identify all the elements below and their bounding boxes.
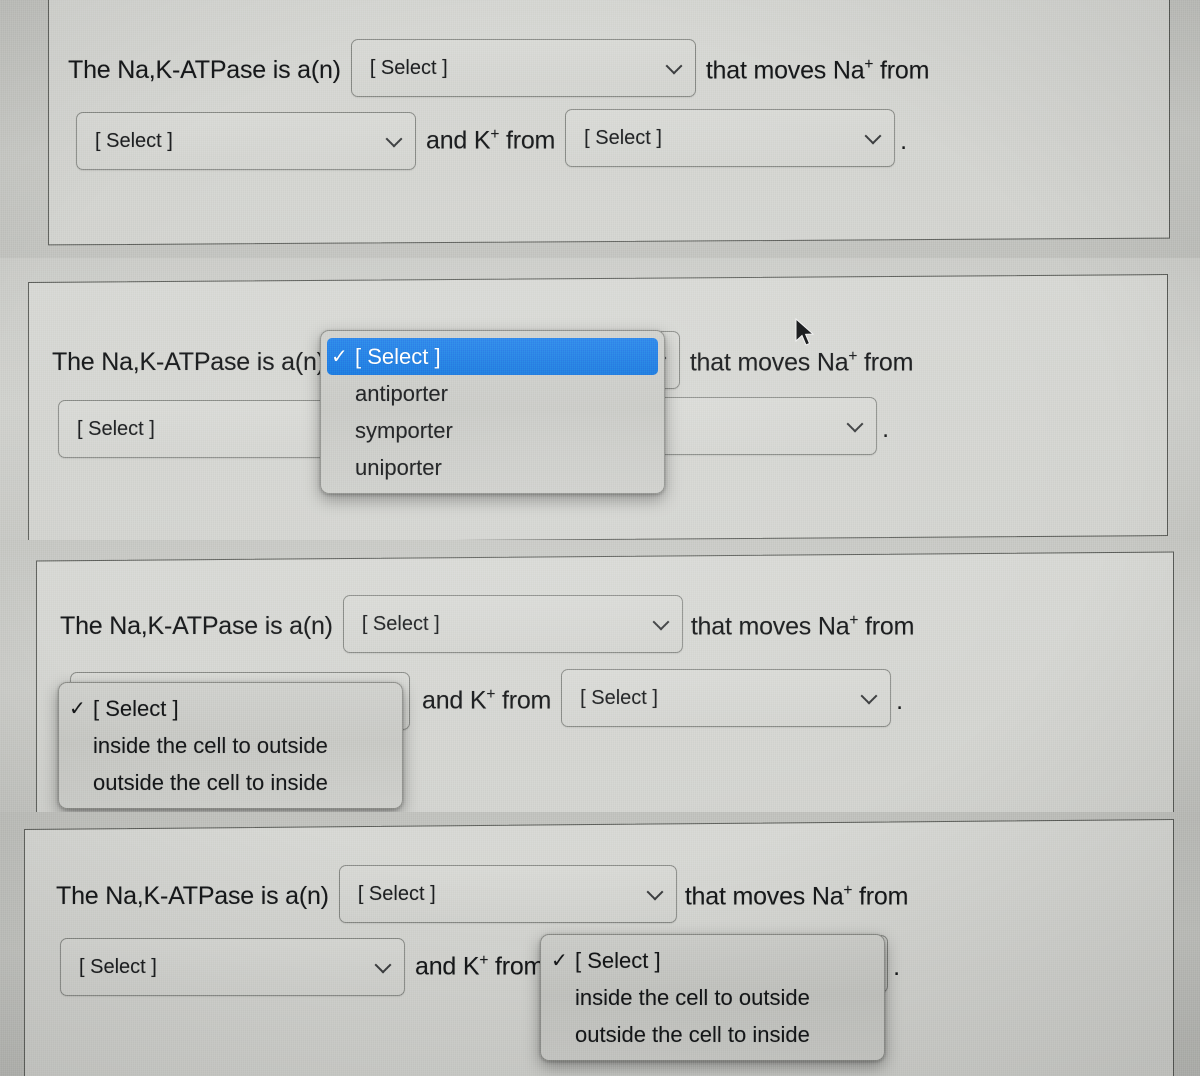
question-join-text: and K+ from (422, 686, 551, 715)
sentence-period: . (882, 414, 890, 443)
select-na-direction-value: [ Select ] (77, 417, 155, 440)
question-join-tail: from (499, 126, 556, 155)
na-superscript: + (848, 347, 858, 365)
dropdown-option-label: [ Select ] (575, 947, 661, 973)
select-k-direction[interactable]: [ Select ] (565, 109, 896, 167)
select-transporter-type-value: [ Select ] (357, 882, 436, 905)
dropdown-option-label: antiporter (355, 380, 448, 406)
dropdown-option-select[interactable]: ✓ [ Select ] (541, 942, 884, 979)
chevron-down-icon (667, 59, 682, 74)
dropdown-option-select[interactable]: ✓ [ Select ] (59, 690, 402, 727)
question-lead-text: The Na,K-ATPase is a(n) (52, 348, 325, 376)
sentence-period: . (900, 126, 908, 155)
checkmark-icon: ✓ (331, 345, 348, 368)
select-k-direction-value: [ Select ] (580, 686, 658, 709)
dropdown-option-label: symporter (355, 417, 453, 443)
question-line-1: The Na,K-ATPase is a(n) [ Select ] that … (56, 865, 909, 923)
panel-transporter-dropdown-open: The Na,K-ATPase is a(n) [ Select ] that … (0, 258, 1200, 540)
question-mid-tail: from (858, 612, 915, 641)
dropdown-option-label: inside the cell to outside (93, 732, 328, 758)
question-mid-text: that moves Na+ from (705, 55, 930, 85)
select-transporter-type-value: [ Select ] (369, 56, 448, 79)
panel-na-direction-dropdown-open: The Na,K-ATPase is a(n) [ Select ] that … (0, 540, 1200, 812)
dropdown-option-label: uniporter (355, 454, 442, 480)
question-join-text: and K+ from (415, 952, 544, 981)
dropdown-option-outside-to-inside[interactable]: outside the cell to inside (541, 1016, 884, 1053)
panel-k-direction-dropdown-open: The Na,K-ATPase is a(n) [ Select ] that … (0, 812, 1200, 1076)
na-superscript: + (864, 55, 874, 73)
question-lead-text: The Na,K-ATPase is a(n) (60, 612, 333, 640)
sentence-period: . (893, 952, 901, 981)
question-mid-tail: from (852, 882, 909, 911)
select-transporter-type[interactable]: [ Select ] (338, 865, 677, 923)
question-join-label: and K (422, 686, 487, 715)
dropdown-na-direction[interactable]: ✓ [ Select ] inside the cell to outside … (58, 682, 403, 809)
question-line-1: The Na,K-ATPase is a(n) [ Select ] that … (68, 39, 930, 97)
select-na-direction[interactable]: [ Select ] (60, 938, 405, 996)
dropdown-option-symporter[interactable]: symporter (321, 412, 664, 449)
question-lead-text: The Na,K-ATPase is a(n) (56, 882, 329, 910)
dropdown-k-direction[interactable]: ✓ [ Select ] inside the cell to outside … (540, 934, 885, 1061)
question-join-tail: from (495, 686, 552, 715)
question-line-2: [ Select ] and K+ from [ Select ] . (76, 109, 908, 170)
k-superscript: + (490, 126, 500, 144)
dropdown-option-label: [ Select ] (355, 343, 441, 369)
question-mid-label: that moves Na (684, 882, 844, 911)
dropdown-option-outside-to-inside[interactable]: outside the cell to inside (59, 764, 402, 801)
question-mid-tail: from (857, 348, 914, 377)
question-mid-text: that moves Na+ from (684, 881, 909, 911)
question-join-tail: from (488, 952, 545, 981)
dropdown-option-label: outside the cell to inside (93, 769, 328, 795)
chevron-down-icon (848, 417, 863, 432)
question-join-text: and K+ from (426, 126, 555, 155)
mouse-cursor-icon (795, 318, 815, 346)
select-k-direction-value: [ Select ] (584, 126, 662, 149)
dropdown-option-label: inside the cell to outside (575, 984, 810, 1010)
question-mid-tail: from (873, 56, 930, 85)
screenshot-stage: The Na,K-ATPase is a(n) [ Select ] that … (0, 0, 1200, 1076)
dropdown-option-uniporter[interactable]: uniporter (321, 449, 664, 486)
chevron-down-icon (866, 129, 881, 144)
question-join-label: and K (415, 952, 480, 981)
chevron-down-icon (862, 689, 877, 704)
question-line-1: The Na,K-ATPase is a(n) [ Select ] that … (60, 595, 915, 653)
question-join-label: and K (426, 126, 491, 155)
dropdown-transporter-type[interactable]: ✓ [ Select ] antiporter symporter unipor… (320, 330, 665, 494)
chevron-down-icon (376, 958, 391, 973)
select-k-direction[interactable]: [ Select ] (561, 669, 892, 727)
dropdown-option-inside-to-outside[interactable]: inside the cell to outside (59, 727, 402, 764)
question-mid-label: that moves Na (705, 56, 865, 85)
select-transporter-type[interactable]: [ Select ] (350, 39, 696, 97)
na-superscript: + (849, 611, 859, 629)
dropdown-option-inside-to-outside[interactable]: inside the cell to outside (541, 979, 884, 1016)
sentence-period: . (896, 686, 904, 715)
dropdown-option-label: outside the cell to inside (575, 1021, 810, 1047)
dropdown-option-select[interactable]: ✓ [ Select ] (327, 338, 658, 375)
k-superscript: + (486, 686, 496, 704)
dropdown-option-label: [ Select ] (93, 695, 179, 721)
k-superscript: + (479, 952, 489, 970)
select-na-direction-value: [ Select ] (79, 955, 157, 978)
question-lead-text: The Na,K-ATPase is a(n) (68, 56, 341, 84)
question-mid-text: that moves Na+ from (690, 611, 915, 641)
chevron-down-icon (654, 615, 669, 630)
question-mid-label: that moves Na (690, 612, 850, 641)
panel-all-closed: The Na,K-ATPase is a(n) [ Select ] that … (0, 0, 1200, 258)
question-mid-label: that moves Na (689, 348, 849, 377)
checkmark-icon: ✓ (69, 697, 86, 720)
select-na-direction-value: [ Select ] (95, 129, 173, 152)
select-na-direction[interactable]: [ Select ] (76, 112, 416, 170)
select-transporter-type[interactable]: [ Select ] (342, 595, 683, 653)
chevron-down-icon (387, 132, 402, 147)
dropdown-option-antiporter[interactable]: antiporter (321, 375, 664, 412)
chevron-down-icon (648, 885, 663, 900)
na-superscript: + (843, 881, 853, 899)
checkmark-icon: ✓ (551, 949, 568, 972)
question-mid-text: that moves Na+ from (689, 347, 914, 377)
select-transporter-type-value: [ Select ] (361, 612, 440, 635)
